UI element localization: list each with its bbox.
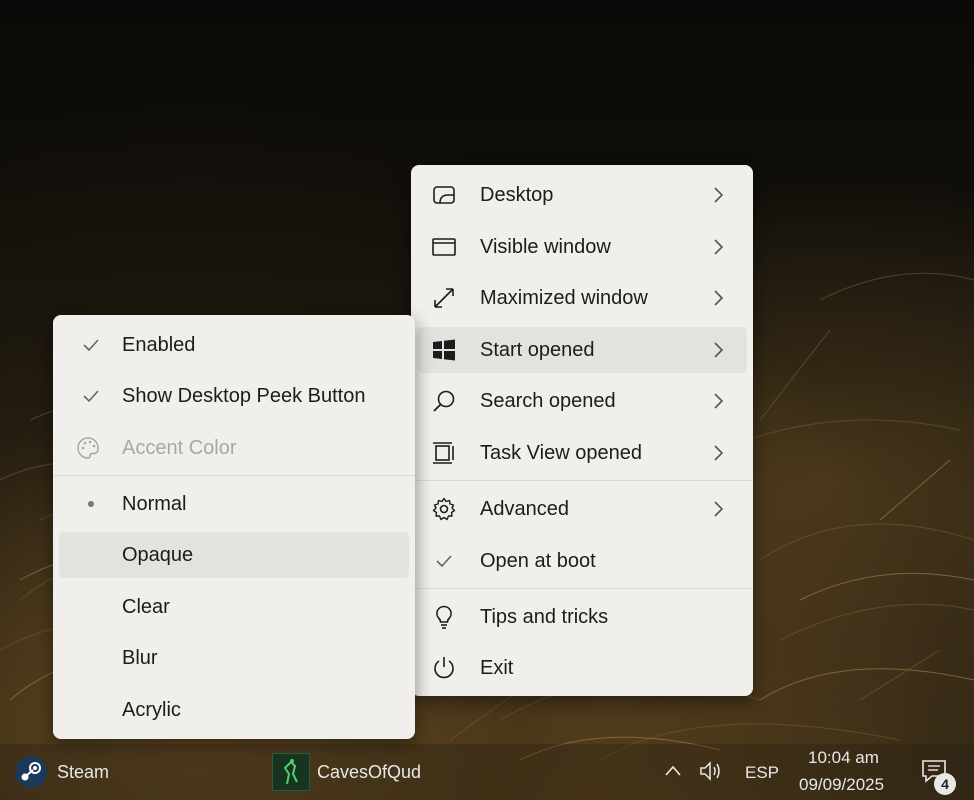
menu-item-task-view-opened[interactable]: Task View opened (417, 430, 747, 476)
menu-separator (411, 588, 753, 589)
chevron-right-icon (714, 393, 724, 409)
menu-item-label: Desktop (480, 184, 554, 206)
volume-icon[interactable] (699, 760, 725, 782)
menu-item-label: Open at boot (480, 550, 596, 572)
taskbar: Steam CavesOfQud ESP 10:04 am 09/09/2025… (0, 744, 974, 800)
chevron-up-icon[interactable] (664, 764, 682, 778)
submenu-item-blur[interactable]: Blur (59, 635, 409, 681)
submenu-item-clear[interactable]: Clear (59, 584, 409, 630)
chevron-right-icon (714, 187, 724, 203)
menu-item-exit[interactable]: Exit (417, 645, 747, 691)
submenu-item-label: Clear (122, 596, 170, 618)
app-label[interactable]: CavesOfQud (317, 762, 421, 783)
submenu-item-normal[interactable]: Normal (59, 481, 409, 527)
submenu-item-label: Acrylic (122, 699, 181, 721)
radio-dot-icon (88, 501, 94, 507)
caves-of-qud-icon[interactable] (272, 753, 310, 791)
notification-badge: 4 (934, 773, 956, 795)
language-indicator[interactable]: ESP (745, 763, 779, 783)
chevron-right-icon (714, 239, 724, 255)
menu-item-label: Task View opened (480, 442, 642, 464)
submenu-item-acrylic[interactable]: Acrylic (59, 687, 409, 733)
lightbulb-icon (436, 605, 452, 629)
submenu-item-show-desktop-peek[interactable]: Show Desktop Peek Button (59, 373, 409, 419)
menu-item-visible-window[interactable]: Visible window (417, 224, 747, 270)
menu-item-label: Tips and tricks (480, 606, 609, 628)
submenu-item-accent-color[interactable]: Accent Color (59, 425, 409, 471)
menu-item-label: Visible window (480, 236, 611, 258)
submenu-item-label: Normal (122, 493, 187, 515)
menu-item-tips-and-tricks[interactable]: Tips and tricks (417, 594, 747, 640)
submenu-item-label: Blur (122, 647, 158, 669)
submenu-item-enabled[interactable]: Enabled (59, 322, 409, 368)
menu-item-start-opened[interactable]: Start opened (417, 327, 747, 373)
checkmark-icon (83, 339, 99, 352)
menu-item-maximized-window[interactable]: Maximized window (417, 275, 747, 321)
power-icon (434, 657, 454, 679)
window-icon (432, 238, 456, 256)
menu-item-label: Advanced (480, 498, 569, 520)
clock-time[interactable]: 10:04 am (808, 748, 879, 768)
menu-item-label: Start opened (480, 339, 595, 361)
clock-date[interactable]: 09/09/2025 (799, 775, 884, 795)
menu-separator (53, 475, 415, 476)
chevron-right-icon (714, 290, 724, 306)
chevron-right-icon (714, 501, 724, 517)
checkmark-icon (83, 390, 99, 403)
palette-icon (77, 437, 99, 459)
menu-separator (411, 480, 753, 481)
menu-item-advanced[interactable]: Advanced (417, 486, 747, 532)
chevron-right-icon (714, 445, 724, 461)
menu-item-label: Maximized window (480, 287, 648, 309)
menu-item-label: Exit (480, 657, 514, 679)
submenu-item-label: Show Desktop Peek Button (122, 385, 366, 407)
steam-label[interactable]: Steam (57, 762, 109, 783)
menu-item-label: Search opened (480, 390, 616, 412)
steam-icon[interactable] (14, 755, 48, 789)
taskbar-style-submenu: Enabled Show Desktop Peek Button Accent … (53, 315, 415, 739)
task-view-icon (433, 442, 454, 464)
chevron-right-icon (714, 342, 724, 358)
search-icon (433, 390, 455, 412)
menu-item-search-opened[interactable]: Search opened (417, 378, 747, 424)
desktop-icon (433, 186, 455, 204)
submenu-item-label: Enabled (122, 334, 196, 356)
menu-item-desktop[interactable]: Desktop (417, 172, 747, 218)
gear-icon (432, 497, 456, 521)
submenu-item-label: Accent Color (122, 437, 237, 459)
main-context-menu: Desktop Visible window Maximized window … (411, 165, 753, 696)
menu-item-open-at-boot[interactable]: Open at boot (417, 538, 747, 584)
submenu-item-label: Opaque (122, 544, 194, 566)
windows-logo-icon (433, 339, 455, 361)
submenu-item-opaque[interactable]: Opaque (59, 532, 409, 578)
maximize-icon (434, 288, 454, 308)
checkmark-icon (436, 555, 452, 568)
